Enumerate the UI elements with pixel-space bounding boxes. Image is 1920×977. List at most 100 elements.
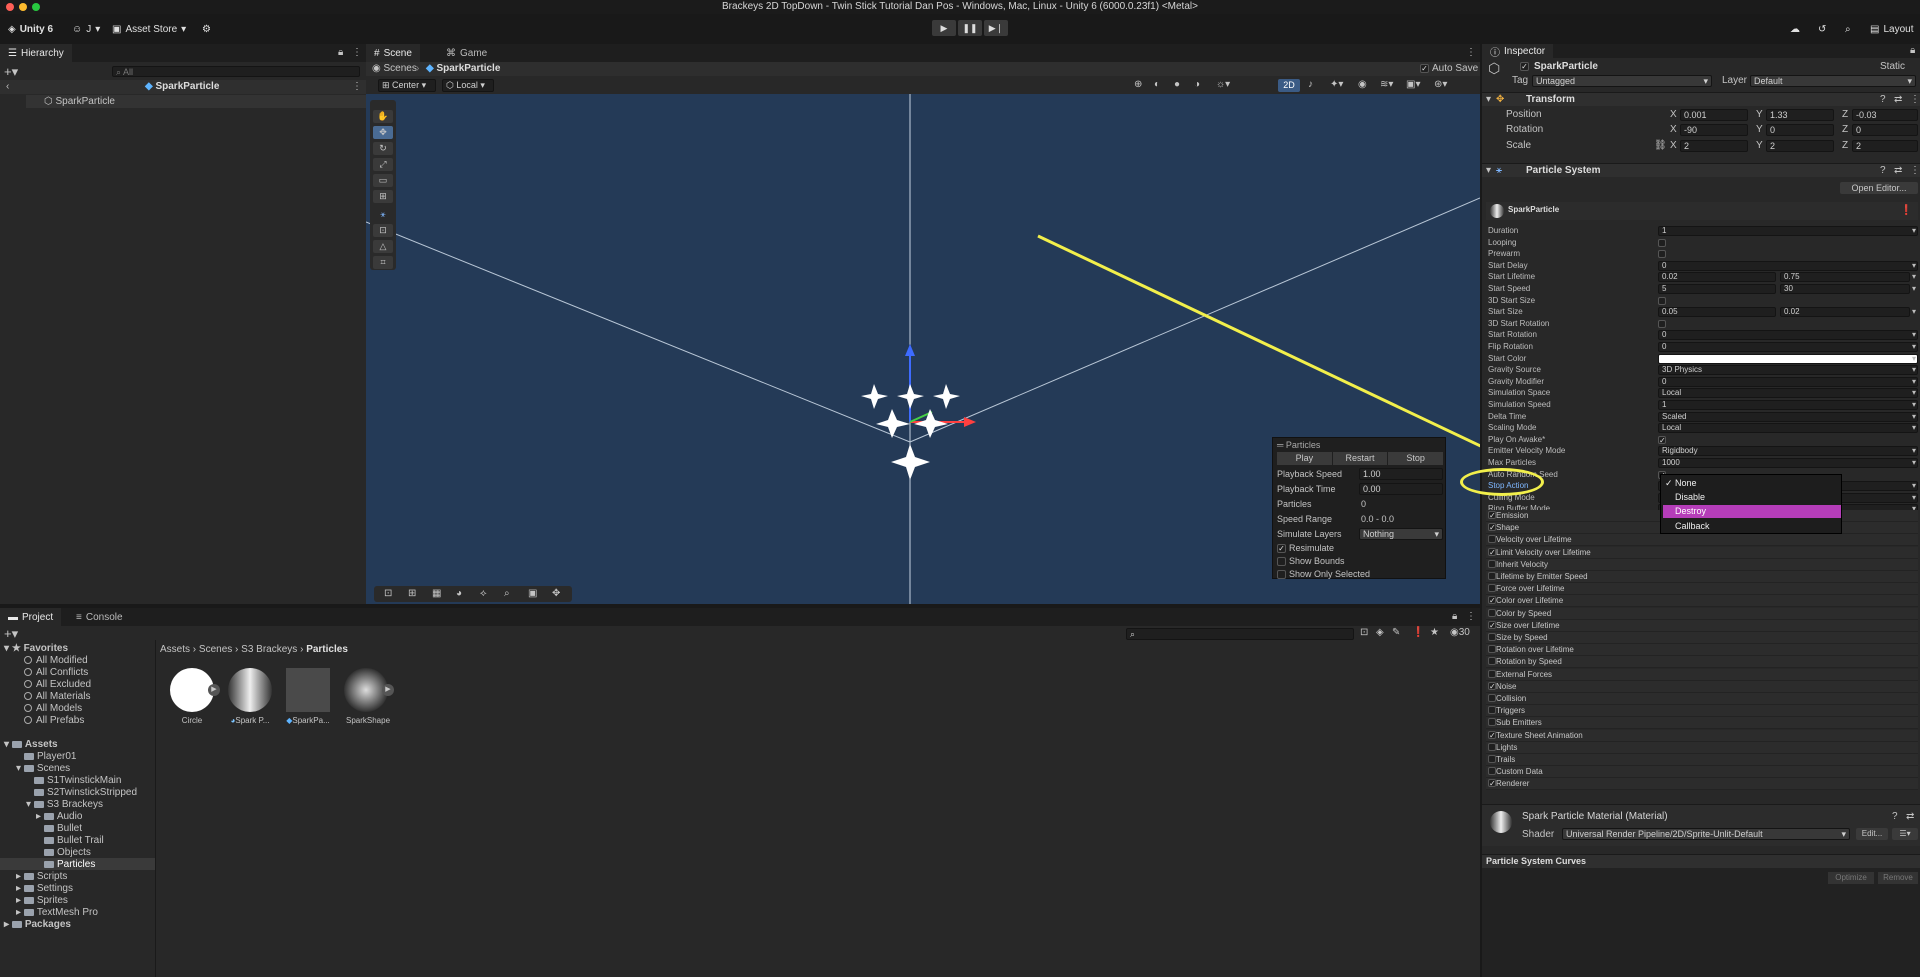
module-checkbox[interactable] <box>1488 742 1496 751</box>
tab-hierarchy[interactable]: ☰ Hierarchy <box>0 44 72 62</box>
gizmos-icon[interactable]: ⊛▾ <box>1434 79 1447 90</box>
particles-play-button[interactable]: Play <box>1277 452 1332 465</box>
prop-field[interactable]: 0 <box>1658 376 1918 387</box>
packages-header[interactable]: ▸ Packages <box>4 919 71 930</box>
hierarchy-item-sparkparticle[interactable]: ⬡ SparkParticle <box>26 95 366 108</box>
particle-tool-icon[interactable]: ⚹ <box>373 208 393 221</box>
transform-header[interactable]: ▾ ✥ Transform ? ⇄ ⋮ <box>1482 92 1920 106</box>
position-x-field[interactable]: 0.001 <box>1680 109 1748 121</box>
help-icon[interactable]: ? <box>1880 94 1886 105</box>
open-editor-button[interactable]: Open Editor... <box>1840 182 1918 194</box>
asset-sparkshape[interactable]: ▶ SparkShape <box>342 666 398 736</box>
prop-field[interactable]: Scaled <box>1658 411 1918 422</box>
module-checkbox[interactable]: ✓ <box>1488 547 1496 556</box>
position-y-field[interactable]: 1.33 <box>1766 109 1834 121</box>
tree-item[interactable]: ▸ Sprites <box>16 895 68 906</box>
module-row[interactable]: Lifetime by Emitter Speed <box>1486 571 1918 583</box>
show-bounds-checkbox[interactable] <box>1277 557 1286 566</box>
chevron-down-icon[interactable]: ▾ <box>1912 423 1916 432</box>
help-icon[interactable]: ? <box>1880 165 1886 176</box>
chevron-down-icon[interactable]: ▾ <box>1912 400 1916 409</box>
module-row[interactable]: ✓ Size over Lifetime <box>1486 619 1918 632</box>
breadcrumb-s3-brackeys[interactable]: S3 Brackeys <box>241 644 297 655</box>
dropdown-option-none[interactable]: ✓ None <box>1665 478 1697 489</box>
module-checkbox[interactable] <box>1488 669 1496 678</box>
breadcrumb-scenes[interactable]: Scenes <box>199 644 232 655</box>
debug-icon[interactable]: ☼▾ <box>1216 79 1230 90</box>
module-checkbox[interactable]: ✓ <box>1488 681 1496 690</box>
module-row[interactable]: ✓ Renderer <box>1486 778 1918 791</box>
prop-field[interactable]: 0.02 <box>1658 272 1776 283</box>
transform-tool-icon[interactable]: ⊞ <box>373 190 393 203</box>
module-checkbox[interactable]: ✓ <box>1488 779 1496 788</box>
collider-tool-icon[interactable]: ⌗ <box>373 256 393 269</box>
2d-toggle-button[interactable]: 2D <box>1278 79 1300 92</box>
add-button[interactable]: +▾ <box>4 64 18 80</box>
show-only-selected-checkbox[interactable] <box>1277 570 1286 579</box>
favorite-item[interactable]: All Conflicts <box>24 667 88 678</box>
link-scale-icon[interactable]: ⛓ <box>1654 140 1667 151</box>
presets-icon[interactable]: ⇄ <box>1906 811 1914 822</box>
rect-tool-icon[interactable]: ▭ <box>373 174 393 187</box>
prop-checkbox[interactable] <box>1658 319 1666 328</box>
tree-item[interactable]: Bullet <box>44 823 82 834</box>
pause-icon[interactable]: ❚❚ <box>958 20 982 36</box>
cloud-sync-icon[interactable]: ⚙ <box>202 21 211 37</box>
module-checkbox[interactable]: ✓ <box>1488 511 1496 520</box>
active-checkbox[interactable]: ✓ <box>1520 62 1529 71</box>
more-menu-icon[interactable]: ⋮ <box>1466 47 1476 58</box>
module-row[interactable]: Rotation by Speed <box>1486 656 1918 669</box>
breadcrumb-sparkparticle[interactable]: ◆ SparkParticle <box>426 63 500 74</box>
resimulate-checkbox[interactable]: ✓ <box>1277 544 1286 553</box>
prop-field[interactable]: Local <box>1658 388 1918 399</box>
module-checkbox[interactable] <box>1488 633 1496 641</box>
module-checkbox[interactable] <box>1488 608 1496 617</box>
particles-restart-button[interactable]: Restart <box>1332 452 1388 465</box>
chevron-down-icon[interactable]: ▾ <box>1912 377 1916 386</box>
module-row[interactable]: Color by Speed <box>1486 607 1918 620</box>
scale-x-field[interactable]: 2 <box>1680 140 1748 152</box>
module-checkbox[interactable] <box>1488 755 1496 763</box>
move-tool-icon[interactable]: ✥ <box>373 126 393 139</box>
simulate-layers-dropdown[interactable]: Nothing ▾ <box>1359 528 1443 540</box>
module-checkbox[interactable]: ✓ <box>1488 730 1496 739</box>
module-row[interactable]: Force over Lifetime <box>1486 583 1918 596</box>
prop-checkbox[interactable] <box>1658 296 1666 305</box>
module-row[interactable]: ✓ Texture Sheet Animation <box>1486 729 1918 742</box>
tree-item-selected[interactable]: Particles <box>44 859 95 870</box>
rotation-x-field[interactable]: -90 <box>1680 124 1748 136</box>
chevron-down-icon[interactable]: ▾ <box>1912 493 1916 502</box>
rotation-y-field[interactable]: 0 <box>1766 124 1834 136</box>
module-checkbox[interactable] <box>1488 535 1496 544</box>
favorite-item[interactable]: All Prefabs <box>24 715 84 726</box>
play-icon[interactable]: ▶ <box>932 20 956 36</box>
layers-icon[interactable]: ≋▾ <box>1380 79 1393 90</box>
prop-field[interactable]: 0.05 <box>1658 307 1776 318</box>
module-checkbox[interactable] <box>1488 694 1496 702</box>
chevron-down-icon[interactable]: ▾ <box>1912 226 1916 235</box>
particle-subsystem-header[interactable]: SparkParticle ❗ <box>1486 202 1918 220</box>
tilemap-icon[interactable]: ▦ <box>432 588 441 599</box>
prop-field[interactable]: 0 <box>1658 260 1918 271</box>
asset-spark-prefab[interactable]: ◆SparkPa... <box>284 666 334 736</box>
module-row[interactable]: Collision <box>1486 693 1918 705</box>
optimize-button[interactable]: Optimize <box>1828 872 1874 884</box>
chevron-down-icon[interactable]: ▾ <box>1912 481 1916 490</box>
sprite-tool-icon[interactable]: ⊡ <box>373 224 393 237</box>
shape-tool-icon[interactable]: △ <box>373 240 393 253</box>
chevron-down-icon[interactable]: ▾ <box>1912 342 1916 351</box>
prop-field[interactable] <box>1658 353 1918 364</box>
prop-field[interactable]: 5 <box>1658 284 1776 294</box>
prop-field[interactable]: 0 <box>1658 342 1918 352</box>
tag-dropdown[interactable]: Untagged ▾ <box>1532 75 1712 87</box>
dropdown-option-destroy[interactable]: Destroy <box>1663 505 1841 518</box>
more-menu-icon[interactable]: ⋮ <box>1910 165 1920 176</box>
layout-button[interactable]: ▤ Layout <box>1870 21 1913 37</box>
tree-item[interactable]: Objects <box>44 847 91 858</box>
module-row[interactable]: Custom Data <box>1486 766 1918 779</box>
search-icon[interactable]: ⌕ <box>504 588 510 599</box>
chevron-down-icon[interactable]: ▾ <box>1912 365 1916 374</box>
project-search-input[interactable]: ⌕ <box>1126 628 1354 640</box>
breadcrumb-assets[interactable]: Assets <box>160 644 190 655</box>
tree-item[interactable]: Player01 <box>24 751 76 762</box>
